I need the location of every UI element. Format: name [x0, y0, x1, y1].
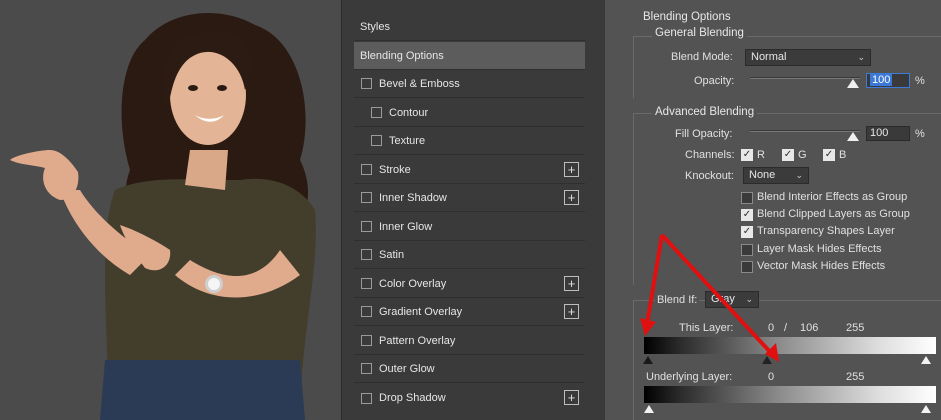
arrow-right-shaft: [660, 233, 774, 356]
arrow-left-head: [640, 318, 656, 336]
annotation-arrows: [640, 233, 779, 362]
arrow-left-shaft: [645, 234, 664, 325]
